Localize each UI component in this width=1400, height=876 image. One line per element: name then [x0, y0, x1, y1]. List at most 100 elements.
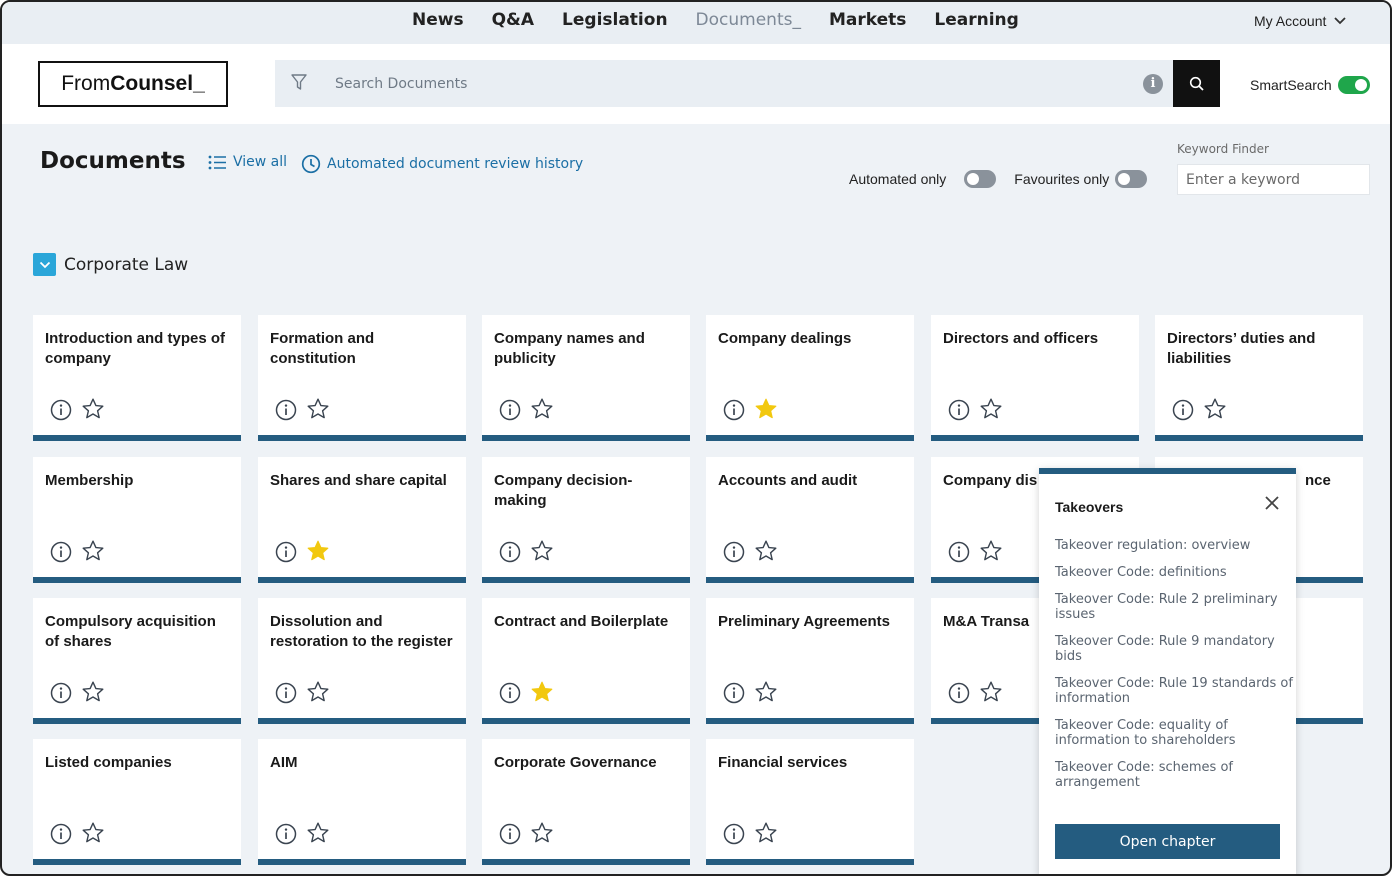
card-title: Directors and officers	[943, 330, 1099, 347]
star-icon[interactable]	[306, 680, 330, 704]
card-title: Company dealings	[718, 330, 852, 347]
star-icon[interactable]	[306, 821, 330, 845]
info-icon[interactable]	[948, 399, 970, 421]
info-icon[interactable]	[948, 682, 970, 704]
info-icon[interactable]	[723, 399, 745, 421]
document-card[interactable]: Contract and Boilerplate	[482, 598, 690, 724]
popover-item[interactable]: Takeover Code: Rule 9 mandatory bids	[1055, 634, 1279, 664]
star-icon[interactable]	[81, 821, 105, 845]
info-icon[interactable]	[275, 541, 297, 563]
star-icon[interactable]	[754, 821, 778, 845]
document-card[interactable]: Membership	[33, 457, 241, 583]
star-icon[interactable]	[530, 821, 554, 845]
nav-documents[interactable]: Documents_	[696, 10, 801, 30]
search-info-icon[interactable]: i	[1143, 74, 1163, 94]
section-corporate-law[interactable]: Corporate Law	[33, 253, 188, 276]
info-icon[interactable]	[275, 682, 297, 704]
star-icon[interactable]	[530, 397, 554, 421]
info-icon[interactable]	[50, 541, 72, 563]
document-card[interactable]: Company dealings	[706, 315, 914, 441]
document-card[interactable]: Accounts and audit	[706, 457, 914, 583]
info-icon[interactable]	[275, 399, 297, 421]
star-icon[interactable]	[979, 397, 1003, 421]
card-title: Corporate Governance	[494, 754, 657, 771]
info-icon[interactable]	[275, 823, 297, 845]
popover-item[interactable]: Takeover Code: Rule 2 preliminary issues	[1055, 592, 1279, 622]
info-icon[interactable]	[50, 823, 72, 845]
review-history-link[interactable]: Automated document review history	[301, 154, 583, 174]
document-card[interactable]: Directors’ duties and liabilities	[1155, 315, 1363, 441]
document-card[interactable]: Corporate Governance	[482, 739, 690, 865]
section-checkbox[interactable]	[33, 253, 56, 276]
info-icon[interactable]	[948, 541, 970, 563]
star-filled-icon[interactable]	[306, 539, 330, 563]
card-title: Contract and Boilerplate	[494, 613, 669, 630]
view-all-link[interactable]: View all	[208, 154, 287, 170]
nav-links: News Q&A Legislation Documents_ Markets …	[412, 10, 1047, 30]
info-icon[interactable]	[499, 682, 521, 704]
nav-qa[interactable]: Q&A	[492, 10, 534, 30]
automated-only-toggle[interactable]	[964, 170, 997, 188]
filter-icon[interactable]	[291, 74, 307, 92]
popover-item[interactable]: Takeover Code: schemes of arrangement	[1055, 760, 1245, 790]
document-card[interactable]: Financial services	[706, 739, 914, 865]
search-icon	[1189, 76, 1204, 91]
nav-news[interactable]: News	[412, 10, 464, 30]
info-icon[interactable]	[50, 399, 72, 421]
popover-item[interactable]: Takeover regulation: overview	[1055, 538, 1295, 553]
star-icon[interactable]	[81, 680, 105, 704]
star-icon[interactable]	[754, 539, 778, 563]
document-card[interactable]: Shares and share capital	[258, 457, 466, 583]
info-icon[interactable]	[50, 682, 72, 704]
star-icon[interactable]	[81, 397, 105, 421]
document-card[interactable]: Listed companies	[33, 739, 241, 865]
document-card[interactable]: Formation and constitution	[258, 315, 466, 441]
document-card[interactable]: Dissolution and restoration to the regis…	[258, 598, 466, 724]
info-icon[interactable]	[499, 823, 521, 845]
star-icon[interactable]	[754, 680, 778, 704]
popover-item[interactable]: Takeover Code: equality of information t…	[1055, 718, 1255, 748]
info-icon[interactable]	[499, 541, 521, 563]
document-card[interactable]: AIM	[258, 739, 466, 865]
logo[interactable]: From Counsel_	[38, 61, 228, 107]
popover-item[interactable]: Takeover Code: Rule 19 standards of info…	[1055, 676, 1295, 706]
star-icon[interactable]	[530, 539, 554, 563]
info-icon[interactable]	[723, 541, 745, 563]
card-title: nce	[1305, 472, 1331, 489]
nav-learning[interactable]: Learning	[934, 10, 1018, 30]
search-button[interactable]	[1173, 60, 1220, 107]
document-card[interactable]: Company names and publicity	[482, 315, 690, 441]
close-icon[interactable]	[1263, 494, 1281, 512]
smartsearch-label: SmartSearch	[1250, 77, 1332, 93]
star-icon[interactable]	[306, 397, 330, 421]
info-icon[interactable]	[499, 399, 521, 421]
document-card[interactable]: Directors and officers	[931, 315, 1139, 441]
star-filled-icon[interactable]	[754, 397, 778, 421]
document-card[interactable]: Introduction and types of company	[33, 315, 241, 441]
star-filled-icon[interactable]	[530, 680, 554, 704]
document-card[interactable]: Preliminary Agreements	[706, 598, 914, 724]
info-icon[interactable]	[1172, 399, 1194, 421]
document-card[interactable]: Company decision-making	[482, 457, 690, 583]
open-chapter-button[interactable]: Open chapter	[1055, 824, 1280, 859]
info-icon[interactable]	[723, 682, 745, 704]
nav-legislation[interactable]: Legislation	[562, 10, 668, 30]
star-icon[interactable]	[1203, 397, 1227, 421]
card-title: Introduction and types of company	[45, 330, 225, 367]
my-account-menu[interactable]: My Account	[1254, 13, 1347, 29]
card-title: Company decision-making	[494, 472, 633, 509]
info-icon[interactable]	[723, 823, 745, 845]
popover-item[interactable]: Takeover Code: definitions	[1055, 565, 1295, 580]
search-input[interactable]	[335, 60, 1135, 107]
star-icon[interactable]	[979, 680, 1003, 704]
favourites-only-toggle[interactable]	[1115, 170, 1148, 188]
nav-markets[interactable]: Markets	[829, 10, 906, 30]
document-card[interactable]: Compulsory acquisition of shares	[33, 598, 241, 724]
star-icon[interactable]	[81, 539, 105, 563]
keyword-input[interactable]	[1177, 164, 1370, 195]
filter-toggles: Automated only Favourites only	[849, 170, 1148, 188]
star-icon[interactable]	[979, 539, 1003, 563]
logo-regular: From	[61, 72, 111, 95]
smartsearch-toggle[interactable]	[1337, 76, 1370, 94]
card-title: Dissolution and restoration to the regis…	[270, 613, 453, 650]
